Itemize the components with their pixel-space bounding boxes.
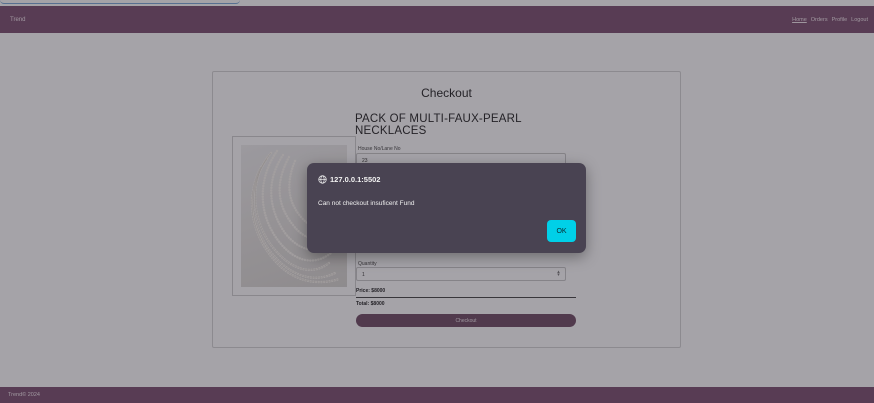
dialog-message: Can not checkout insuficent Fund: [318, 200, 415, 207]
globe-icon: [318, 175, 327, 184]
dialog-origin: 127.0.0.1:5502: [318, 175, 380, 184]
ok-button[interactable]: OK: [547, 220, 576, 242]
dialog-origin-text: 127.0.0.1:5502: [330, 175, 381, 184]
alert-dialog: 127.0.0.1:5502 Can not checkout insufice…: [307, 163, 586, 253]
